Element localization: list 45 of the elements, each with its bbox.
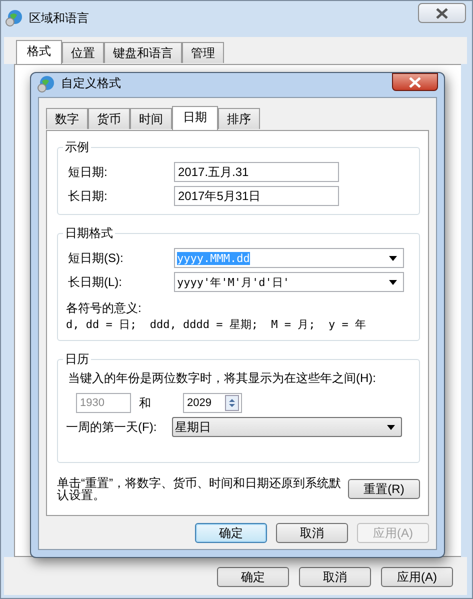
dialog-button[interactable]: 确定 — [217, 567, 289, 587]
tab[interactable]: 排序 — [218, 108, 260, 129]
close-icon — [408, 76, 422, 88]
weekday-dropdown[interactable]: 星期日 — [172, 417, 402, 437]
legend-text: d, dd = 日; ddd, dddd = 星期; M = 月; y = 年 — [66, 317, 368, 332]
text-field[interactable]: 2017年5月31日 — [174, 186, 339, 206]
field-label: 长日期(L): — [67, 274, 123, 290]
tab[interactable]: 位置 — [62, 42, 104, 63]
caret-icon — [388, 256, 397, 260]
caret-icon — [389, 280, 397, 284]
tab[interactable]: 键盘和语言 — [104, 42, 182, 63]
field-label: 短日期: — [67, 164, 108, 180]
group-title: 示例 — [64, 139, 90, 156]
format-dropdown[interactable]: yyyy'年'M'月'd'日' — [174, 272, 404, 292]
spin-arrows-icon — [225, 395, 239, 411]
reset-button[interactable]: 重置(R) — [348, 479, 420, 499]
and-label: 和 — [138, 394, 152, 412]
dialog-button[interactable]: 确定 — [195, 523, 267, 543]
close-button[interactable] — [392, 73, 438, 91]
field-label: 长日期: — [67, 188, 108, 204]
tab[interactable]: 管理 — [182, 42, 224, 63]
group-title: 日期格式 — [64, 225, 114, 242]
field-label: 一周的第一天(F): — [66, 418, 158, 436]
field-label: 短日期(S): — [67, 250, 124, 266]
globe-icon — [37, 74, 55, 92]
dialog-title: 自定义格式 — [61, 75, 121, 92]
reset-note: 单击“重置”，将数字、货币、时间和日期还原到系统默认设置。 — [57, 477, 342, 501]
group-title: 日历 — [64, 351, 90, 368]
calendar-note: 当键入的年份是两位数字时，将其显示为在这些年之间(H): — [67, 370, 377, 387]
text-field[interactable]: 2017.五月.31 — [174, 162, 339, 182]
window-title: 区域和语言 — [29, 10, 89, 26]
close-icon — [435, 8, 449, 18]
caret-icon — [387, 424, 395, 430]
close-button[interactable] — [418, 3, 466, 23]
tab[interactable]: 数字 — [46, 108, 88, 129]
dialog-button[interactable]: 取消 — [276, 523, 348, 543]
legend-title: 各符号的意义: — [66, 300, 142, 317]
tab[interactable]: 货币 — [88, 108, 130, 129]
tab[interactable]: 格式 — [16, 40, 62, 64]
year-spinner[interactable]: 2029 — [183, 393, 242, 413]
dialog-button[interactable]: 应用(A) — [381, 567, 453, 587]
tab[interactable]: 时间 — [130, 108, 172, 129]
globe-icon — [5, 9, 23, 27]
dialog-button[interactable]: 取消 — [299, 567, 371, 587]
tab[interactable]: 日期 — [172, 106, 218, 130]
